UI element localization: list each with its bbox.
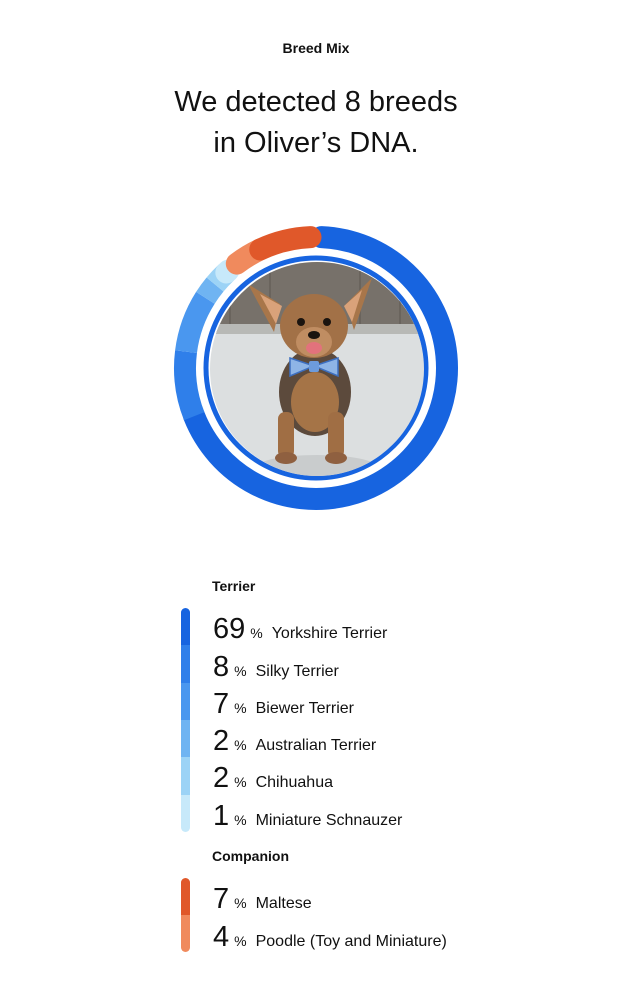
- breed-percent-value: 4: [213, 921, 230, 953]
- breed-percent-value: 7: [213, 883, 230, 915]
- bar-segment-maltese: [181, 878, 190, 916]
- percent-symbol: %: [234, 663, 247, 679]
- breed-row-poodle-toy-and-miniature: 4% Poodle (Toy and Miniature): [213, 919, 447, 956]
- group-title-companion: Companion: [212, 848, 289, 864]
- breed-name: Yorkshire Terrier: [271, 625, 388, 642]
- headline-line-1: We detected 8 breeds: [174, 86, 458, 118]
- breed-percent-value: 2: [213, 725, 230, 757]
- group-title-terrier: Terrier: [212, 578, 256, 594]
- bar-segment-miniature-schnauzer: [181, 794, 190, 832]
- breed-percent-value: 8: [213, 651, 230, 683]
- percent-symbol: %: [234, 895, 247, 911]
- headline-line-2: in Oliver’s DNA.: [213, 127, 419, 159]
- terrier-color-bar: [181, 608, 190, 832]
- breed-name: Miniature Schnauzer: [255, 812, 403, 829]
- companion-color-bar: [181, 878, 190, 952]
- bar-segment-silky-terrier: [181, 645, 190, 684]
- percent-symbol: %: [234, 774, 247, 790]
- breed-name: Poodle (Toy and Miniature): [255, 933, 447, 950]
- bar-segment-australian-terrier: [181, 720, 190, 758]
- percent-symbol: %: [234, 700, 247, 716]
- breed-row-biewer-terrier: 7% Biewer Terrier: [213, 686, 354, 723]
- breed-row-silky-terrier: 8% Silky Terrier: [213, 649, 339, 686]
- breed-name: Chihuahua: [255, 774, 333, 791]
- breed-row-yorkshire-terrier: 69% Yorkshire Terrier: [213, 611, 387, 648]
- donut-slice-maltese: [249, 226, 322, 261]
- breed-row-australian-terrier: 2% Australian Terrier: [213, 723, 376, 760]
- breed-percent-value: 69: [213, 613, 246, 645]
- breed-row-chihuahua: 2% Chihuahua: [213, 760, 333, 797]
- percent-symbol: %: [234, 812, 247, 828]
- donut-slice-silky-terrier: [174, 350, 205, 421]
- breed-name: Biewer Terrier: [255, 700, 354, 717]
- dog-photo: [210, 262, 424, 476]
- breed-row-miniature-schnauzer: 1% Miniature Schnauzer: [213, 798, 402, 835]
- breed-percent-value: 1: [213, 800, 230, 832]
- breed-name: Maltese: [255, 895, 312, 912]
- section-label: Breed Mix: [282, 40, 350, 56]
- bar-segment-chihuahua: [181, 757, 190, 796]
- breed-name: Australian Terrier: [255, 737, 377, 754]
- donut-slice-australian-terrier: [196, 277, 224, 304]
- breed-row-maltese: 7% Maltese: [213, 881, 312, 918]
- breed-name: Silky Terrier: [255, 663, 339, 680]
- bar-segment-poodle-toy-and-miniature: [181, 915, 190, 952]
- breed-percent-value: 7: [213, 688, 230, 720]
- bar-segment-yorkshire-terrier: [181, 608, 190, 646]
- donut-slice-biewer-terrier: [175, 291, 215, 354]
- percent-symbol: %: [234, 933, 247, 949]
- percent-symbol: %: [250, 625, 263, 641]
- donut-slice-miniature-schnauzer: [215, 259, 240, 284]
- page-title: We detected 8 breeds in Oliver’s DNA.: [0, 82, 632, 164]
- breed-percent-value: 2: [213, 762, 230, 794]
- bar-segment-biewer-terrier: [181, 682, 190, 721]
- percent-symbol: %: [234, 737, 247, 753]
